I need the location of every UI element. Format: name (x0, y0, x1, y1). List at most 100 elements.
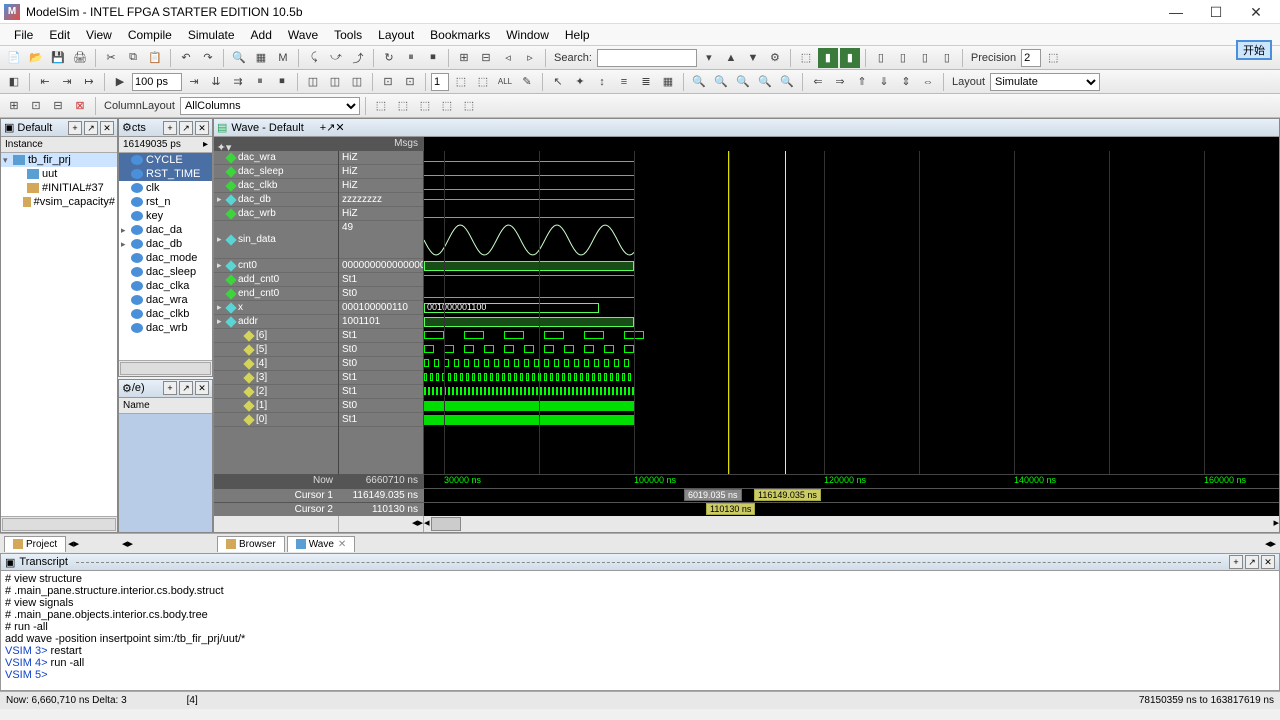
waveform-row[interactable] (424, 179, 634, 193)
cursor2-flag[interactable]: 110130 ns (706, 503, 755, 515)
locals-body[interactable] (119, 414, 212, 532)
search-input[interactable] (597, 49, 697, 67)
signal-name-row[interactable]: [5] (214, 343, 338, 357)
next-icon[interactable]: ▹ (520, 48, 540, 68)
all-icon[interactable]: ALL (495, 72, 515, 92)
objects-tree[interactable]: CYCLERST_TIMEclkrst_nkey▸dac_da▸dac_dbda… (119, 153, 212, 360)
object-row[interactable]: clk (119, 181, 212, 195)
transcript-add-button[interactable]: + (1229, 555, 1243, 569)
menu-help[interactable]: Help (557, 26, 598, 44)
signal-name-row[interactable]: ▸addr (214, 315, 338, 329)
t2-c2-icon[interactable]: ⊡ (400, 72, 420, 92)
t3-i-icon[interactable]: ⬚ (459, 96, 479, 116)
tab-scroll-right[interactable]: ▸ (74, 537, 80, 550)
break2-icon[interactable]: ⏸ (250, 72, 270, 92)
object-row[interactable]: RST_TIME (119, 167, 212, 181)
transcript-close-button[interactable]: ✕ (1261, 555, 1275, 569)
signal-name-row[interactable]: add_cnt0 (214, 273, 338, 287)
t2-d1-icon[interactable]: ⬚ (451, 72, 471, 92)
stop-icon[interactable]: ⏹ (423, 48, 443, 68)
structure-close-button[interactable]: ✕ (100, 121, 114, 135)
one-input[interactable] (431, 73, 449, 91)
signal-name-row[interactable]: [2] (214, 385, 338, 399)
zoomout2-icon[interactable]: 🔍 (711, 72, 731, 92)
waveform-row[interactable] (424, 273, 634, 287)
t2-a-icon[interactable]: ◧ (4, 72, 24, 92)
menu-edit[interactable]: Edit (41, 26, 78, 44)
object-row[interactable]: dac_mode (119, 251, 212, 265)
g3-icon[interactable]: ▯ (915, 48, 935, 68)
menu-compile[interactable]: Compile (120, 26, 180, 44)
paste-icon[interactable]: 📋 (145, 48, 165, 68)
tree-row[interactable]: ▾tb_fir_prj (1, 153, 117, 167)
objects-hscroll[interactable] (120, 362, 211, 375)
edge-b-icon[interactable]: ⇓ (874, 72, 894, 92)
expand-icon[interactable]: ⊞ (454, 48, 474, 68)
maximize-button[interactable]: ☐ (1196, 2, 1236, 22)
new-icon[interactable]: 📄 (4, 48, 24, 68)
wave-close-button[interactable]: ✕ (335, 121, 344, 134)
signal-name-row[interactable]: ▸x (214, 301, 338, 315)
cursor-2-line[interactable] (728, 151, 729, 474)
tree-row[interactable]: #vsim_capacity# (1, 195, 117, 209)
cursor-1-line[interactable] (785, 151, 786, 474)
g2-icon[interactable]: ▯ (893, 48, 913, 68)
run-all-icon[interactable]: ⇊ (206, 72, 226, 92)
zoomfull2-icon[interactable]: 🔍 (733, 72, 753, 92)
undo-icon[interactable]: ↶ (176, 48, 196, 68)
t3-h-icon[interactable]: ⬚ (437, 96, 457, 116)
edge-a-icon[interactable]: ⇑ (852, 72, 872, 92)
columnlayout-select[interactable]: AllColumns (180, 97, 360, 115)
object-row[interactable]: ▸dac_db (119, 237, 212, 251)
object-row[interactable]: CYCLE (119, 153, 212, 167)
menu-simulate[interactable]: Simulate (180, 26, 243, 44)
precision-opt-icon[interactable]: ⬚ (1043, 48, 1063, 68)
tree-row[interactable]: #INITIAL#37 (1, 181, 117, 195)
tab-wave[interactable]: Wave ✕ (287, 536, 356, 552)
signal-name-row[interactable]: dac_clkb (214, 179, 338, 193)
edge-prev-icon[interactable]: ⇐ (808, 72, 828, 92)
cursor1-flag[interactable]: 116149.035 ns (754, 489, 821, 501)
waveform-row[interactable] (424, 343, 634, 357)
object-row[interactable]: dac_sleep (119, 265, 212, 279)
runtime-input[interactable] (132, 73, 182, 91)
restart-icon[interactable]: ↻ (379, 48, 399, 68)
zoom-in-icon[interactable]: ▮ (818, 48, 838, 68)
collapse-icon[interactable]: ⊟ (476, 48, 496, 68)
zoomin2-icon[interactable]: 🔍 (689, 72, 709, 92)
open-icon[interactable]: 📂 (26, 48, 46, 68)
objects-add-button[interactable]: + (163, 121, 177, 135)
menu-bookmarks[interactable]: Bookmarks (422, 26, 498, 44)
object-row[interactable]: key (119, 209, 212, 223)
waveform-row[interactable] (424, 385, 634, 399)
menu-window[interactable]: Window (498, 26, 557, 44)
t2-b2-icon[interactable]: ◫ (325, 72, 345, 92)
locals-undock-button[interactable]: ↗ (179, 381, 193, 395)
transcript-undock-button[interactable]: ↗ (1245, 555, 1259, 569)
wave-tab-scroll[interactable]: ◂▸ (1265, 537, 1276, 550)
m-icon[interactable]: M (273, 48, 293, 68)
cursor-right-icon[interactable]: ⇥ (57, 72, 77, 92)
objects-time-field[interactable]: 16149035 ps▸ (119, 137, 212, 153)
precision-input[interactable] (1021, 49, 1041, 67)
object-row[interactable]: rst_n (119, 195, 212, 209)
menu-view[interactable]: View (78, 26, 120, 44)
waveform-row[interactable] (424, 413, 634, 427)
t2-e2-icon[interactable]: ↕ (592, 72, 612, 92)
break-icon[interactable]: ⏸ (401, 48, 421, 68)
waveform-row[interactable] (424, 329, 634, 343)
zoomrange-icon[interactable]: 🔍 (777, 72, 797, 92)
menu-layout[interactable]: Layout (370, 26, 422, 44)
cursor-left-icon[interactable]: ⇤ (35, 72, 55, 92)
signal-name-row[interactable]: ▸dac_db (214, 193, 338, 207)
t2-e3-icon[interactable]: ≡ (614, 72, 634, 92)
locals-add-button[interactable]: + (163, 381, 177, 395)
search-go-icon[interactable]: ▾ (699, 48, 719, 68)
objects-close-button[interactable]: ✕ (195, 121, 209, 135)
g4-icon[interactable]: ▯ (937, 48, 957, 68)
waveform-row[interactable] (424, 357, 634, 371)
structure-undock-button[interactable]: ↗ (84, 121, 98, 135)
menu-tools[interactable]: Tools (326, 26, 370, 44)
signal-name-row[interactable]: dac_wra (214, 151, 338, 165)
search-opt-icon[interactable]: ⚙ (765, 48, 785, 68)
